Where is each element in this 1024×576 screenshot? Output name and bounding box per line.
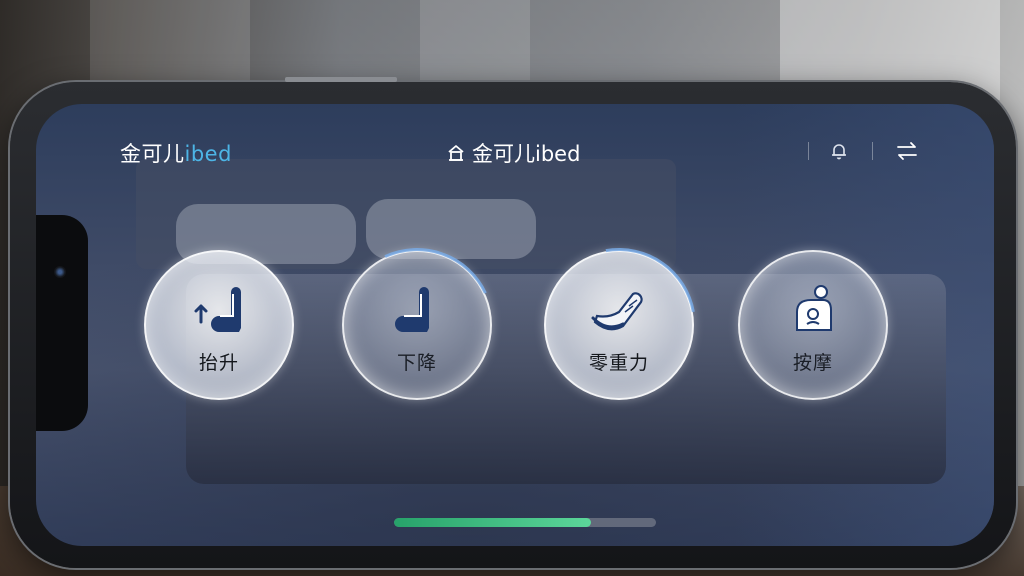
- lower-button[interactable]: 下降: [318, 226, 516, 424]
- brand-suffix: ibed: [184, 142, 232, 166]
- progress-fill: [394, 518, 591, 527]
- raise-label: 抬升: [198, 351, 239, 374]
- massage-button[interactable]: 按摩: [738, 250, 888, 400]
- phone-notch: [36, 215, 88, 431]
- device-title[interactable]: 金可儿ibed: [446, 138, 580, 168]
- header-divider: [872, 142, 873, 160]
- phone-frame: 金可儿ibed 金可儿ibed 抬升 下降 零重力 按摩: [10, 77, 1016, 568]
- brand-prefix: 金可儿: [120, 142, 185, 166]
- brand-logo: 金可儿ibed: [120, 138, 232, 168]
- progress-bar: [394, 518, 656, 527]
- device-title-text: 金可儿ibed: [472, 142, 581, 166]
- bell-icon[interactable]: [824, 136, 854, 166]
- massage-icon: [796, 284, 832, 331]
- switch-arrows-icon[interactable]: [892, 136, 922, 166]
- massage-label: 按摩: [792, 351, 833, 374]
- zero-gravity-button[interactable]: 零重力: [511, 217, 727, 433]
- home-icon: [448, 145, 464, 161]
- camera-icon: [54, 266, 66, 278]
- app-screen: 金可儿ibed 金可儿ibed 抬升 下降 零重力 按摩: [36, 104, 994, 546]
- raise-button[interactable]: 抬升: [144, 250, 294, 400]
- seat-raise-icon: [194, 286, 241, 332]
- header-divider: [808, 142, 809, 160]
